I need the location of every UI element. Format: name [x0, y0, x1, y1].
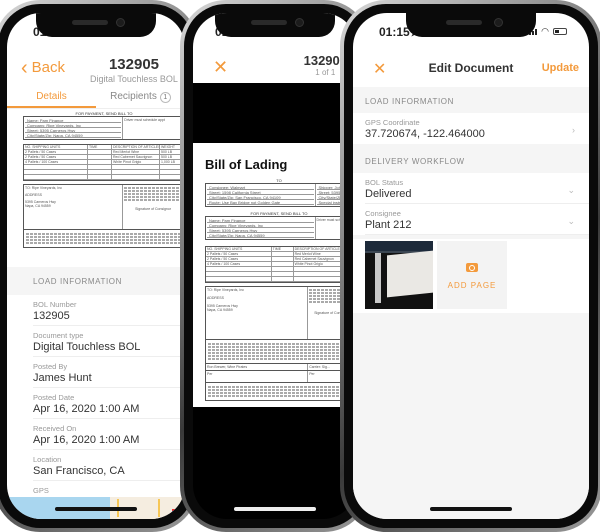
battery-icon — [553, 28, 567, 35]
shipping-table: NO. SHIPPING UNITS TIME DESCRIPTION OF A… — [205, 246, 353, 283]
load-info-fields: BOL Number 132905 Document type Digital To… — [33, 295, 185, 512]
add-page-label: ADD PAGE — [447, 281, 497, 290]
document-type: Digital Touchless BOL — [90, 74, 178, 84]
screen: 01:38➤ ‹ Back 132905 Digital Touchless B… — [7, 13, 185, 519]
nav-bar: ‹ Back 132905 Digital Touchless BOL — [7, 51, 185, 91]
field-received-on: Received On Apr 16, 2020 1:00 AM — [33, 419, 185, 450]
document-title: Bill of Lading — [205, 157, 288, 172]
doc-line: Napa, CA 94559 — [25, 204, 51, 208]
chevron-down-icon: ⌄ — [567, 185, 575, 195]
back-label: Back — [31, 59, 66, 76]
camera-icon — [466, 263, 478, 272]
back-button[interactable]: ‹ Back — [21, 56, 66, 79]
footer-left: Per — [206, 371, 309, 382]
add-page-button[interactable]: ADD PAGE — [437, 241, 507, 309]
phone-bezel: 01:15➤ ✕ 132905 1 of 1 Bill of Lading TO… — [184, 4, 366, 528]
nav-bar: ✕ Edit Document Update — [353, 51, 589, 87]
status-icons: ◠ — [529, 26, 567, 37]
section-header-load-information: LOAD INFORMATION — [353, 87, 589, 113]
notch — [36, 13, 156, 37]
section-header-load-information: LOAD INFORMATION — [7, 267, 185, 295]
document-number: 132905 — [108, 56, 160, 73]
section-header-delivery-workflow: DELIVERY WORKFLOW — [353, 147, 589, 173]
nav-title: 132905 Digital Touchless BOL — [87, 56, 181, 84]
doc-line: City/State/Zip: Napa, CA 94559 — [25, 133, 122, 138]
doc-line: Route: Use Bay Bridge not Golden Gate — [207, 200, 314, 205]
close-button[interactable]: ✕ — [213, 57, 228, 78]
recipients-count-badge: 1 — [159, 92, 171, 103]
photo-strip: ADD PAGE — [353, 239, 589, 313]
home-indicator[interactable] — [234, 507, 316, 511]
document-preview[interactable]: FOR PAYMENT, SEND BILL TO Name: Pam Fina… — [23, 111, 185, 263]
tab-details[interactable]: Details — [7, 91, 96, 108]
section-title: DELIVERY WORKFLOW — [365, 157, 465, 166]
doc-line: TO: Ripe Vineyards, Inc — [25, 186, 63, 190]
field-posted-date: Posted Date Apr 16, 2020 1:00 AM — [33, 388, 185, 419]
field-value: Plant 212 — [365, 219, 412, 231]
field-label: GPS Coordinate — [365, 118, 420, 127]
delivery-fields: BOL Status Delivered ⌄ Consignee Plant 2… — [353, 173, 589, 235]
doc-line: ADDRESS — [25, 193, 42, 197]
wifi-icon: ◠ — [541, 26, 549, 36]
page-thumbnail[interactable] — [365, 241, 433, 309]
shipping-table: NO. SHIPPING UNITS TIME DESCRIPTION OF A… — [23, 144, 185, 181]
field-bol-number: BOL Number 132905 — [33, 295, 185, 326]
doc-line: City/State/Zip: Napa, CA 94559 — [207, 233, 314, 238]
chevron-down-icon: ⌄ — [567, 216, 575, 226]
field-gps-coordinate[interactable]: GPS Coordinate 37.720674, -122.464000 › — [353, 113, 589, 144]
update-button[interactable]: Update — [542, 62, 579, 74]
section-title: LOAD INFORMATION — [365, 97, 455, 106]
phone-bezel: 01:38➤ ‹ Back 132905 Digital Touchless B… — [0, 4, 194, 528]
screen: 01:15➤ ◠ ✕ Edit Document Update LOAD INF… — [353, 13, 589, 519]
field-value: Delivered — [365, 188, 412, 200]
chevron-left-icon: ‹ — [21, 56, 28, 79]
field-bol-status[interactable]: BOL Status Delivered ⌄ — [365, 173, 589, 204]
phone-details-screen: 01:38➤ ‹ Back 132905 Digital Touchless B… — [0, 0, 198, 532]
doc-line: Napa, CA 94559 — [207, 308, 233, 312]
field-posted-by: Posted By James Hunt — [33, 357, 185, 388]
document-page[interactable]: Bill of Lading TO Consignee: Walmart Str… — [193, 143, 357, 407]
field-label: BOL Status — [365, 178, 404, 187]
screen: 01:15➤ ✕ 132905 1 of 1 Bill of Lading TO… — [193, 13, 357, 519]
notch — [215, 13, 335, 37]
signature-label: Signature of Consignor — [135, 207, 171, 211]
doc-note: Driver must schedule appt — [123, 117, 184, 139]
phone-edit-document: 01:15➤ ◠ ✕ Edit Document Update LOAD INF… — [340, 0, 600, 532]
notch — [406, 13, 536, 37]
tab-bar: Details Recipients 1 — [7, 91, 185, 109]
field-consignee[interactable]: Consignee Plant 212 ⌄ — [365, 204, 589, 235]
form-background: LOAD INFORMATION GPS Coordinate 37.72067… — [353, 87, 589, 519]
home-indicator[interactable] — [55, 507, 137, 511]
field-document-type: Document type Digital Touchless BOL — [33, 326, 185, 357]
home-indicator[interactable] — [430, 507, 512, 511]
doc-line: ADDRESS — [207, 296, 224, 300]
field-location: Location San Francisco, CA — [33, 450, 185, 481]
field-value: 37.720674, -122.464000 — [365, 128, 485, 140]
phone-bezel: 01:15➤ ◠ ✕ Edit Document Update LOAD INF… — [344, 4, 598, 528]
chevron-right-icon: › — [572, 125, 575, 135]
field-label: Consignee — [365, 209, 401, 218]
doc-line: TO: Ripe Vineyards, Inc — [207, 288, 245, 292]
carrier-label: Ron Brewer, Wine Pirates — [206, 364, 309, 370]
tab-recipients[interactable]: Recipients 1 — [96, 91, 185, 108]
section-title: LOAD INFORMATION — [33, 277, 123, 286]
highway-shield-icon — [172, 509, 179, 517]
close-icon: ✕ — [213, 57, 229, 77]
